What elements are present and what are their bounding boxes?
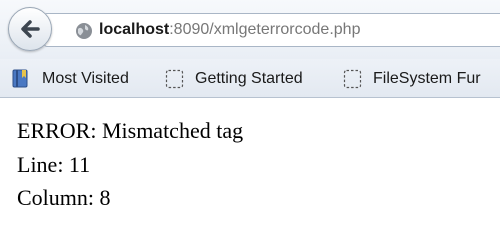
back-arrow-icon (21, 20, 40, 38)
url-text: localhost:8090/xmlgeterrorcode.php (99, 21, 360, 39)
page-placeholder-icon (165, 68, 185, 97)
address-bar[interactable]: localhost:8090/xmlgeterrorcode.php (44, 13, 500, 47)
error-column: Column: 8 (17, 185, 111, 210)
back-button[interactable] (8, 7, 52, 51)
error-line: Line: 11 (17, 152, 91, 177)
bookmark-label: FileSystem Fur (373, 70, 481, 87)
globe-icon (75, 22, 93, 45)
bookmark-label: Most Visited (42, 70, 129, 87)
error-message: ERROR: Mismatched tag (17, 118, 244, 143)
bookmarks-icon (12, 68, 32, 97)
bookmark-label: Getting Started (195, 70, 303, 87)
page-content: ERROR: Mismatched tag Line: 11 Column: 8 (0, 98, 500, 213)
url-path: :8090/xmlgeterrorcode.php (169, 21, 361, 38)
browser-window: localhost:8090/xmlgeterrorcode.php Most … (0, 0, 500, 213)
page-placeholder-icon (343, 68, 363, 97)
bookmarks-toolbar: Most Visited Getting Started FileSystem … (0, 59, 500, 98)
navigation-toolbar: localhost:8090/xmlgeterrorcode.php (0, 0, 500, 59)
url-host: localhost (99, 21, 170, 38)
